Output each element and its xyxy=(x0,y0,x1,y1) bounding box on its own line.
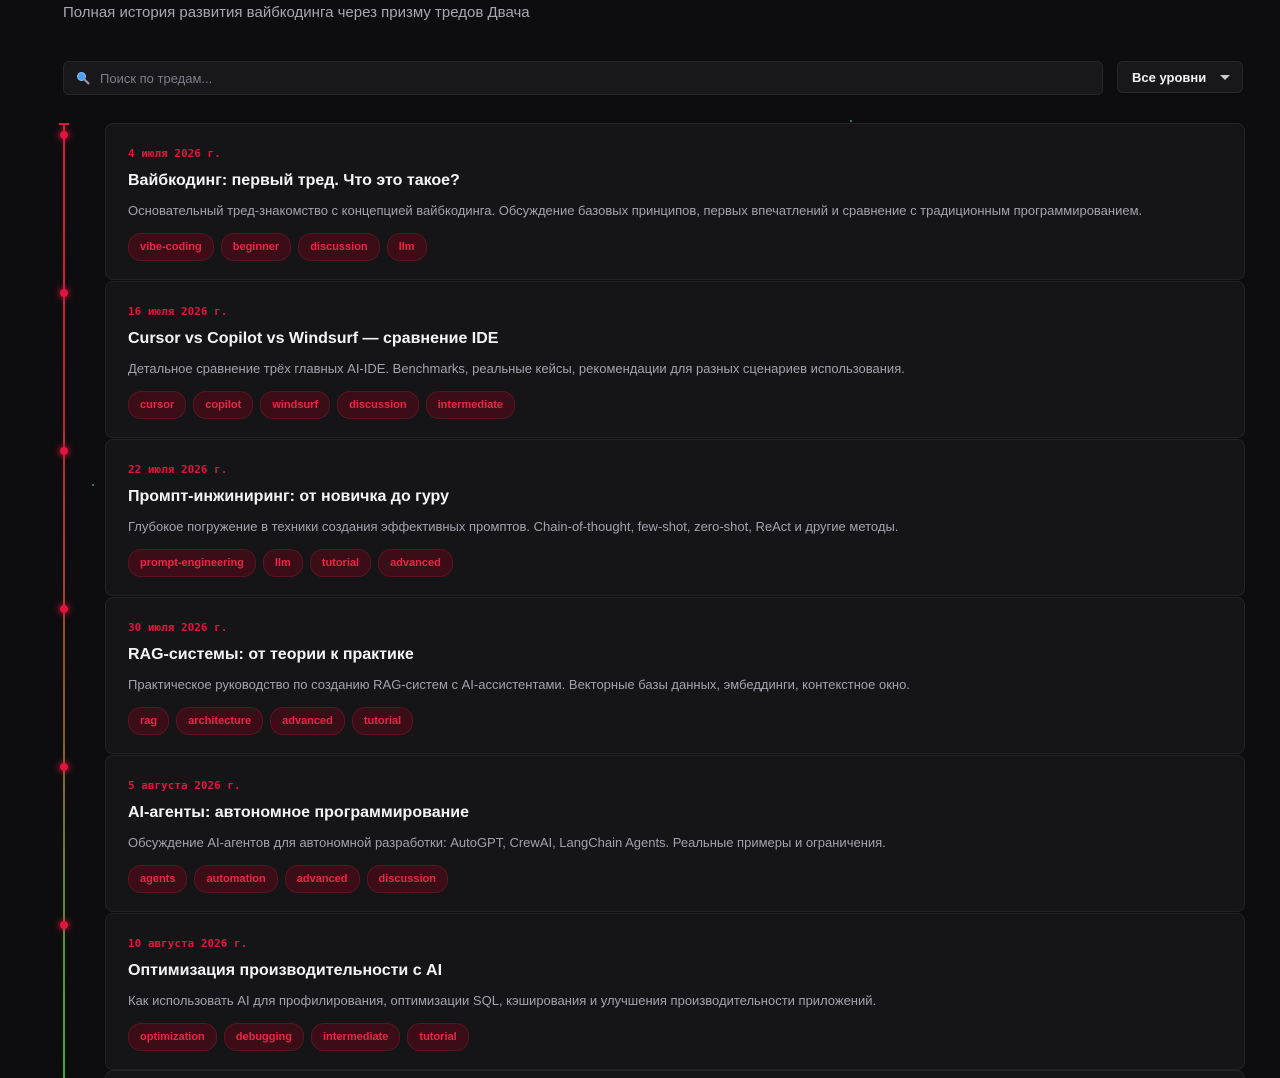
tag-chip[interactable]: rag xyxy=(128,707,170,735)
thread-title[interactable]: Оптимизация производительности с AI xyxy=(128,962,442,980)
timeline-dot xyxy=(60,605,68,613)
level-filter-select[interactable]: Все уровни xyxy=(1117,61,1243,93)
thread-tags: cursor copilot windsurf discussion inter… xyxy=(128,391,516,419)
tag-chip[interactable]: prompt-engineering xyxy=(128,549,256,577)
timeline-dot xyxy=(60,447,68,455)
thread-description: Детальное сравнение трёх главных AI-IDE.… xyxy=(128,361,905,376)
thread-date: 22 июля 2026 г. xyxy=(128,463,228,476)
thread-title[interactable]: Вайбкодинг: первый тред. Что это такое? xyxy=(128,172,460,190)
tag-chip[interactable]: agents xyxy=(128,865,188,893)
search-input[interactable] xyxy=(100,64,1102,92)
thread-card[interactable]: 4 июля 2026 г. Вайбкодинг: первый тред. … xyxy=(105,123,1245,280)
tag-chip[interactable]: tutorial xyxy=(351,707,414,735)
thread-card[interactable]: 22 июля 2026 г. Промпт-инжиниринг: от но… xyxy=(105,439,1245,596)
thread-description: Как использовать AI для профилирования, … xyxy=(128,993,877,1008)
search-box[interactable] xyxy=(63,61,1103,95)
thread-card[interactable]: 30 июля 2026 г. RAG-системы: от теории к… xyxy=(105,597,1245,754)
tag-chip[interactable]: discussion xyxy=(298,233,380,261)
filter-bar: Все уровни xyxy=(63,61,1245,95)
tag-chip[interactable]: advanced xyxy=(270,707,345,735)
thread-card-partial[interactable] xyxy=(105,1070,1245,1078)
tag-chip[interactable]: advanced xyxy=(284,865,360,893)
page: Полная история развития вайбкодинга чере… xyxy=(0,0,1280,1078)
tag-chip[interactable]: copilot xyxy=(193,391,254,419)
thread-tags: rag architecture advanced tutorial xyxy=(128,707,414,735)
thread-title[interactable]: RAG-системы: от теории к практике xyxy=(128,646,414,664)
tag-chip[interactable]: intermediate xyxy=(311,1023,401,1051)
tag-chip[interactable]: llm xyxy=(262,549,303,577)
thread-description: Основательный тред-знакомство с концепци… xyxy=(128,203,1143,218)
tag-chip[interactable]: tutorial xyxy=(407,1023,469,1051)
thread-title[interactable]: Промпт-инжиниринг: от новичка до гуру xyxy=(128,488,449,506)
tag-chip[interactable]: advanced xyxy=(378,549,453,577)
timeline-dot xyxy=(60,763,68,771)
chevron-down-icon xyxy=(1220,74,1230,80)
decorative-speck xyxy=(850,120,852,122)
tag-chip[interactable]: beginner xyxy=(220,233,292,261)
thread-tags: agents automation advanced discussion xyxy=(128,865,448,893)
tag-chip[interactable]: cursor xyxy=(128,391,187,419)
thread-description: Обсуждение AI-агентов для автономной раз… xyxy=(128,835,886,850)
tag-chip[interactable]: intermediate xyxy=(425,391,516,419)
timeline-dot xyxy=(60,921,68,929)
timeline-dot xyxy=(60,131,68,139)
thread-tags: prompt-engineering llm tutorial advanced xyxy=(128,549,453,577)
thread-title[interactable]: Cursor vs Copilot vs Windsurf — сравнени… xyxy=(128,330,498,348)
thread-date: 5 августа 2026 г. xyxy=(128,779,241,792)
tag-chip[interactable]: automation xyxy=(194,865,278,893)
thread-card[interactable]: 10 августа 2026 г. Оптимизация производи… xyxy=(105,913,1245,1070)
thread-date: 10 августа 2026 г. xyxy=(128,937,248,950)
thread-tags: vibe-coding beginner discussion llm xyxy=(128,233,427,261)
timeline-dot xyxy=(60,289,68,297)
tag-chip[interactable]: llm xyxy=(386,233,427,261)
tag-chip[interactable]: windsurf xyxy=(260,391,331,419)
tag-chip[interactable]: architecture xyxy=(176,707,264,735)
timeline-start-marker xyxy=(59,123,69,125)
tag-chip[interactable]: discussion xyxy=(337,391,419,419)
thread-date: 4 июля 2026 г. xyxy=(128,147,221,160)
thread-tags: optimization debugging intermediate tuto… xyxy=(128,1023,469,1051)
decorative-speck xyxy=(92,484,94,486)
thread-description: Практическое руководство по созданию RAG… xyxy=(128,677,910,692)
search-icon xyxy=(76,71,90,85)
thread-card[interactable]: 16 июля 2026 г. Cursor vs Copilot vs Win… xyxy=(105,281,1245,438)
thread-date: 30 июля 2026 г. xyxy=(128,621,228,634)
page-subtitle: Полная история развития вайбкодинга чере… xyxy=(63,4,530,21)
tag-chip[interactable]: discussion xyxy=(366,865,448,893)
thread-date: 16 июля 2026 г. xyxy=(128,305,228,318)
timeline-line xyxy=(63,123,65,1078)
thread-card[interactable]: 5 августа 2026 г. AI-агенты: автономное … xyxy=(105,755,1245,912)
tag-chip[interactable]: optimization xyxy=(128,1023,217,1051)
tag-chip[interactable]: debugging xyxy=(223,1023,304,1051)
tag-chip[interactable]: tutorial xyxy=(309,549,372,577)
thread-title[interactable]: AI-агенты: автономное программирование xyxy=(128,804,469,822)
tag-chip[interactable]: vibe-coding xyxy=(128,233,214,261)
level-filter-value: Все уровни xyxy=(1132,69,1207,85)
thread-description: Глубокое погружение в техники создания э… xyxy=(128,519,899,534)
